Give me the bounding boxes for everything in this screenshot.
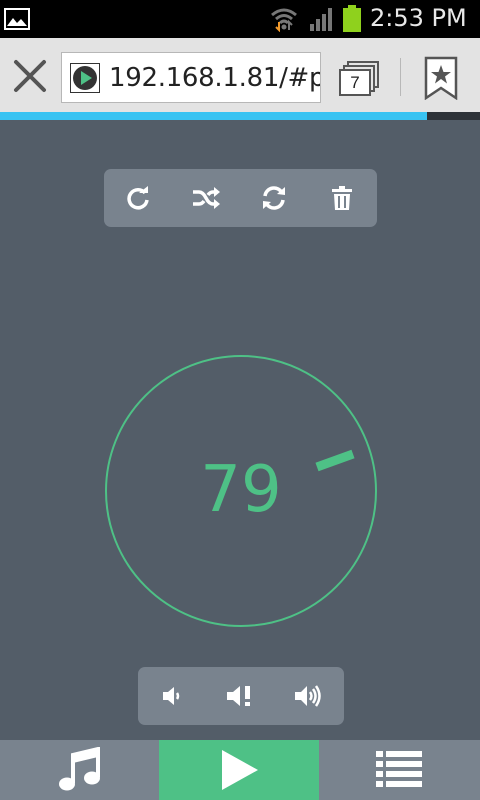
play-favicon (70, 63, 100, 93)
volume-down-icon (163, 687, 180, 705)
trash-icon (332, 186, 352, 210)
delete-button[interactable] (308, 169, 376, 227)
music-icon (59, 747, 100, 791)
page-load-progress (0, 112, 480, 120)
bookmark-icon[interactable] (424, 56, 458, 100)
playlist-controls (104, 169, 377, 227)
shuffle-icon (193, 187, 220, 209)
status-bar: 2:53 PM (0, 0, 480, 38)
wifi-icon (271, 8, 297, 32)
dial-value: 79 (200, 453, 282, 527)
browser-toolbar: 192.168.1.81/#pl 7 (0, 38, 480, 112)
picture-icon (4, 8, 30, 30)
bottom-nav (0, 740, 480, 800)
battery-icon (343, 5, 361, 32)
playlist-tab[interactable] (319, 740, 479, 800)
play-tab[interactable] (159, 740, 319, 800)
list-icon (376, 751, 422, 787)
url-text[interactable]: 192.168.1.81/#pl (109, 63, 320, 93)
url-bar[interactable]: 192.168.1.81/#pl (61, 52, 321, 103)
close-icon[interactable] (10, 56, 50, 96)
play-icon (222, 750, 258, 790)
toolbar-divider (400, 58, 401, 96)
signal-icon (310, 8, 332, 31)
tab-count: 7 (350, 73, 360, 92)
volume-mute-icon (227, 686, 250, 706)
repeat-icon (127, 186, 149, 210)
volume-up-button[interactable] (274, 667, 342, 725)
tabs-button[interactable]: 7 (338, 60, 382, 98)
volume-mute-button[interactable] (206, 667, 274, 725)
refresh-icon (263, 186, 285, 210)
volume-up-icon (295, 685, 321, 707)
refresh-button[interactable] (240, 169, 308, 227)
progress-fill (0, 112, 428, 120)
status-time: 2:53 PM (370, 4, 467, 32)
volume-down-button[interactable] (138, 667, 206, 725)
volume-controls (138, 667, 344, 725)
repeat-button[interactable] (104, 169, 172, 227)
shuffle-button[interactable] (172, 169, 240, 227)
music-tab[interactable] (0, 740, 160, 800)
